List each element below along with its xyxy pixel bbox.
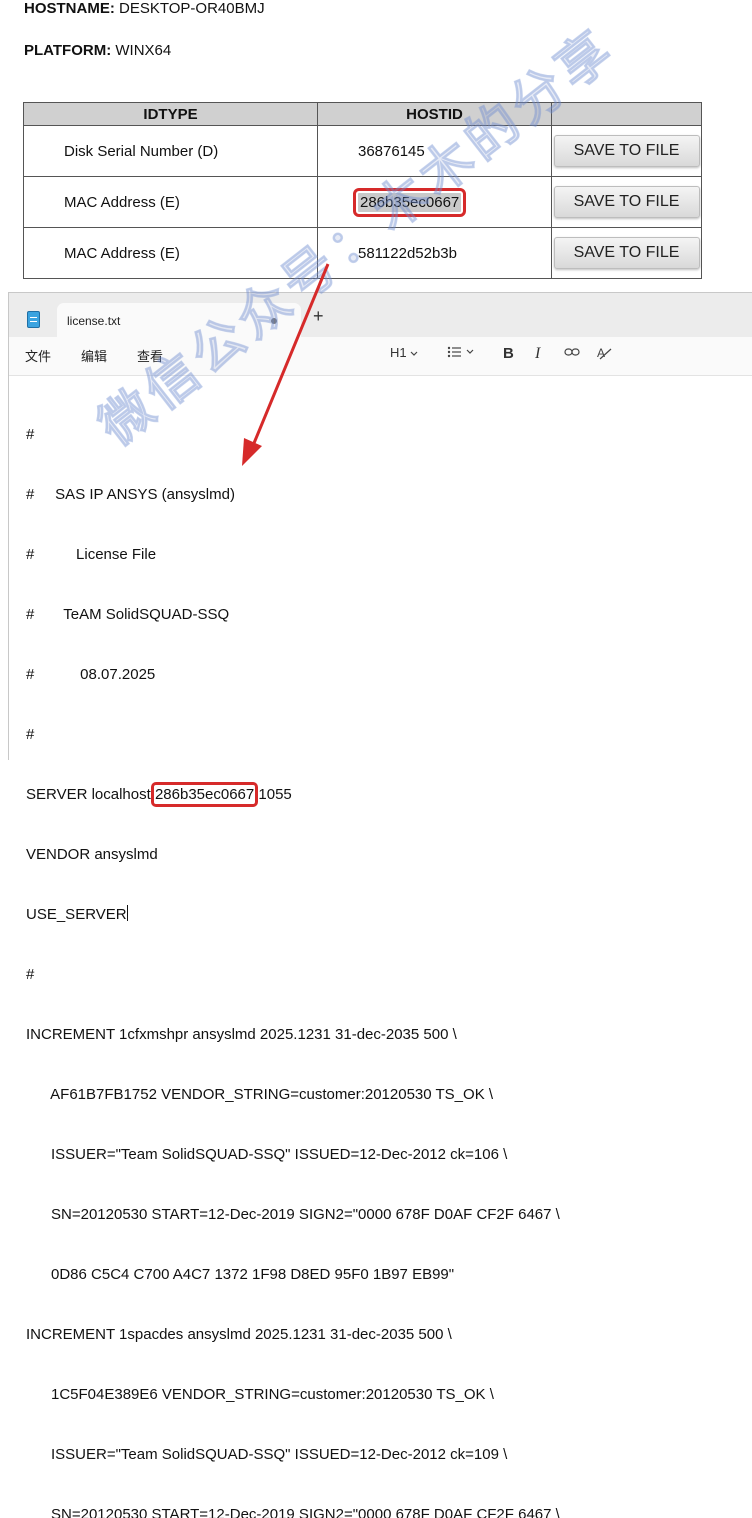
table-header-row: IDTYPE HOSTID xyxy=(23,102,702,126)
idtype-cell: MAC Address (E) xyxy=(23,227,318,279)
notepad-window: license.txt + 文件 编辑 查看 H1 B I A # # SAS … xyxy=(8,292,752,1518)
action-cell: SAVE TO FILE xyxy=(551,227,702,279)
text-line: # xyxy=(26,726,35,743)
heading-button[interactable]: H1 xyxy=(390,345,418,360)
hostname-line: HOSTNAME: DESKTOP-OR40BMJ xyxy=(24,0,265,17)
server-line: SERVER localhost 286b35ec0667 1055 xyxy=(26,782,560,807)
text-line: # License File xyxy=(26,546,157,563)
tab-bar: license.txt + xyxy=(9,293,752,337)
save-to-file-button[interactable]: SAVE TO FILE xyxy=(553,237,700,269)
text-line: # xyxy=(26,966,35,983)
link-icon xyxy=(564,348,580,356)
link-button[interactable] xyxy=(564,345,580,362)
chevron-down-icon xyxy=(410,351,418,356)
text-line: AF61B7FB1752 VENDOR_STRING=customer:2012… xyxy=(26,1086,494,1103)
menu-view[interactable]: 查看 xyxy=(137,346,163,365)
text-editor[interactable]: # # SAS IP ANSYS (ansyslmd) # License Fi… xyxy=(9,376,752,1518)
header-action xyxy=(551,102,702,126)
clear-formatting-button[interactable]: A xyxy=(596,345,612,364)
tab-license-txt[interactable]: license.txt xyxy=(57,303,301,337)
clear-formatting-icon: A xyxy=(597,346,612,360)
header-idtype: IDTYPE xyxy=(23,102,318,126)
text-line: 0D86 C5C4 C700 A4C7 1372 1F98 D8ED 95F0 … xyxy=(26,1266,455,1283)
list-button[interactable] xyxy=(447,345,475,362)
text-line: INCREMENT 1spacdes ansyslmd 2025.1231 31… xyxy=(26,1326,452,1343)
menu-file[interactable]: 文件 xyxy=(25,346,51,365)
use-server-text: USE_SERVER xyxy=(26,906,127,923)
platform-label: PLATFORM: xyxy=(24,42,112,59)
save-to-file-button[interactable]: SAVE TO FILE xyxy=(553,186,700,218)
idtype-cell: MAC Address (E) xyxy=(23,176,318,228)
text-line: SN=20120530 START=12-Dec-2019 SIGN2="000… xyxy=(26,1506,560,1518)
platform-line: PLATFORM: WINX64 xyxy=(24,42,171,59)
hostname-label: HOSTNAME: xyxy=(24,0,115,17)
notepad-app-icon xyxy=(27,311,40,328)
highlighted-hostid[interactable]: 286b35ec0667 xyxy=(352,187,467,217)
action-cell: SAVE TO FILE xyxy=(551,176,702,228)
text-line: 1C5F04E389E6 VENDOR_STRING=customer:2012… xyxy=(26,1386,494,1403)
list-icon xyxy=(447,346,474,358)
bold-button[interactable]: B xyxy=(503,345,514,362)
text-line: ISSUER="Team SolidSQUAD-SSQ" ISSUED=12-D… xyxy=(26,1446,508,1463)
hostid-table: IDTYPE HOSTID Disk Serial Number (D) 368… xyxy=(23,102,702,279)
action-cell: SAVE TO FILE xyxy=(551,125,702,177)
text-line: # 08.07.2025 xyxy=(26,666,156,683)
hostname-value: DESKTOP-OR40BMJ xyxy=(119,0,265,17)
header-hostid: HOSTID xyxy=(317,102,552,126)
text-line: ISSUER="Team SolidSQUAD-SSQ" ISSUED=12-D… xyxy=(26,1146,508,1163)
text-line: INCREMENT 1cfxmshpr ansyslmd 2025.1231 3… xyxy=(26,1026,457,1043)
text-line: USE_SERVER xyxy=(26,905,560,925)
tab-title: license.txt xyxy=(67,314,121,328)
table-row: MAC Address (E) 581122d52b3b SAVE TO FIL… xyxy=(23,227,702,279)
menu-bar: 文件 编辑 查看 H1 B I A xyxy=(9,337,752,376)
save-to-file-button[interactable]: SAVE TO FILE xyxy=(553,135,700,167)
hostid-cell: 286b35ec0667 xyxy=(317,176,552,228)
italic-button[interactable]: I xyxy=(535,345,540,363)
unsaved-dot-icon xyxy=(271,318,277,324)
hostid-cell: 36876145 xyxy=(317,125,552,177)
server-hostid-highlight: 286b35ec0667 xyxy=(150,782,259,807)
hostid-cell: 581122d52b3b xyxy=(317,227,552,279)
menu-edit[interactable]: 编辑 xyxy=(81,346,107,365)
text-line: VENDOR ansyslmd xyxy=(26,846,158,863)
server-prefix: SERVER localhost xyxy=(26,786,155,803)
text-line: SN=20120530 START=12-Dec-2019 SIGN2="000… xyxy=(26,1206,560,1223)
text-line: # TeAM SolidSQUAD-SSQ xyxy=(26,606,230,623)
table-row: MAC Address (E) 286b35ec0667 SAVE TO FIL… xyxy=(23,176,702,228)
platform-value: WINX64 xyxy=(115,42,172,59)
heading-label: H1 xyxy=(390,345,407,360)
text-line: # xyxy=(26,426,35,443)
server-port: 1055 xyxy=(254,786,292,803)
text-caret xyxy=(126,905,128,921)
idtype-cell: Disk Serial Number (D) xyxy=(23,125,318,177)
text-line: # SAS IP ANSYS (ansyslmd) xyxy=(26,486,235,503)
table-row: Disk Serial Number (D) 36876145 SAVE TO … xyxy=(23,125,702,177)
license-text: # # SAS IP ANSYS (ansyslmd) # License Fi… xyxy=(26,385,560,1518)
new-tab-button[interactable]: + xyxy=(313,307,324,325)
